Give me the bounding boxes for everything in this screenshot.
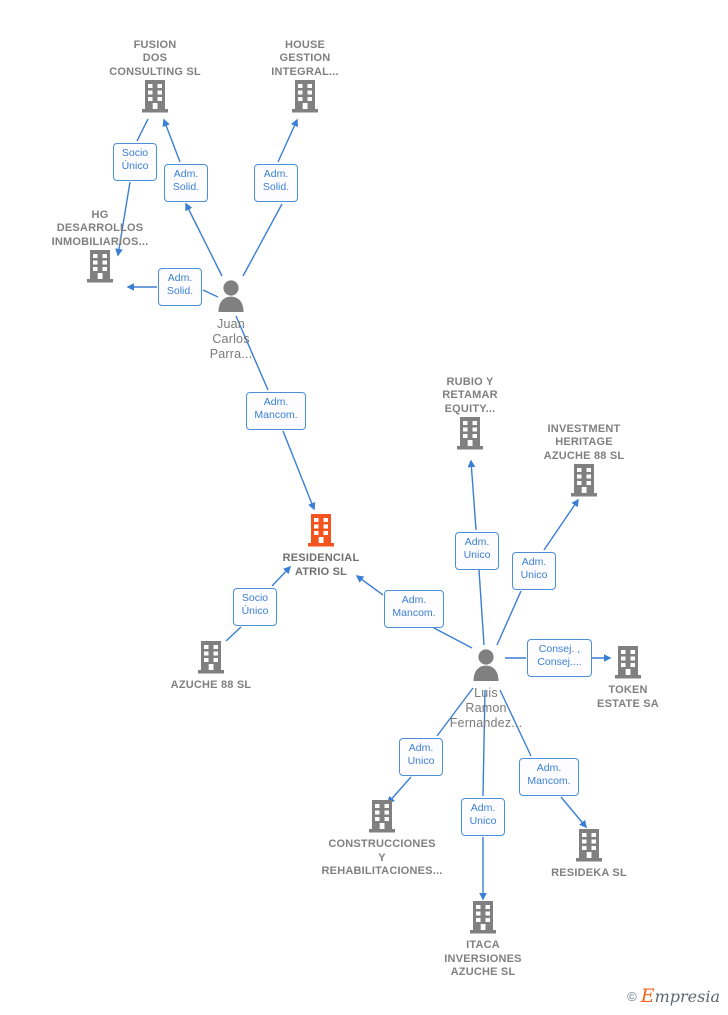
copyright-symbol: ©	[627, 988, 637, 1004]
node-label: RESIDEKA SL	[551, 867, 627, 879]
building-icon	[514, 463, 654, 502]
node-label: ITACA INVERSIONES AZUCHE SL	[444, 939, 522, 978]
graph-node-fusion_dos[interactable]: FUSION DOS CONSULTING SL	[85, 39, 225, 119]
edge-juan-fusion	[185, 202, 223, 277]
edge-luis-investment-b	[543, 498, 579, 551]
edge-label-el_adm_solid_house[interactable]: Adm. Solid.	[254, 164, 298, 202]
edge-label-el_adm_mancom_juan[interactable]: Adm. Mancom.	[246, 392, 306, 430]
edge-juan-house-b	[277, 118, 298, 163]
edge-luis-rubio	[478, 569, 485, 646]
node-label: AZUCHE 88 SL	[170, 679, 252, 691]
building-icon	[141, 640, 281, 679]
edge-fusion-hg	[136, 118, 149, 142]
watermark: © Empresia	[627, 985, 720, 1007]
graph-node-itaca[interactable]: ITACA INVERSIONES AZUCHE SL	[413, 900, 553, 980]
edge-luis-residencial	[433, 627, 473, 649]
node-label: RUBIO Y RETAMAR EQUITY...	[442, 375, 498, 415]
edge-label-el_socio_unico_hg[interactable]: Socio Único	[113, 143, 157, 181]
edge-luis-rubio-b	[467, 459, 477, 531]
node-label: INVESTMENT HERITAGE AZUCHE 88 SL	[543, 422, 625, 462]
graph-node-hg_desarrollos[interactable]: HG DESARROLLOS INMOBILIARIOS...	[30, 209, 170, 289]
graph-node-azuche_88[interactable]: AZUCHE 88 SL	[141, 640, 281, 693]
building-icon	[85, 79, 225, 118]
node-label: HOUSE GESTION INTEGRAL...	[271, 38, 339, 78]
building-icon	[235, 79, 375, 118]
brand-initial: E	[640, 985, 655, 1007]
node-label: TOKEN ESTATE SA	[597, 684, 659, 710]
edge-luis-investment	[496, 590, 522, 646]
edge-label-el_adm_mancom_resideka[interactable]: Adm. Mancom.	[519, 758, 579, 796]
building-icon	[519, 828, 659, 867]
node-label: FUSION DOS CONSULTING SL	[109, 38, 201, 78]
node-label: CONSTRUCCIONES Y REHABILITACIONES...	[321, 838, 443, 877]
edge-label-el_adm_solid_fusion[interactable]: Adm. Solid.	[164, 164, 208, 202]
node-label: HG DESARROLLOS INMOBILIARIOS...	[51, 208, 149, 248]
graph-node-resideka[interactable]: RESIDEKA SL	[519, 828, 659, 881]
graph-node-investment[interactable]: INVESTMENT HERITAGE AZUCHE 88 SL	[514, 423, 654, 503]
node-label: Juan Carlos Parra...	[209, 317, 253, 361]
building-icon	[251, 513, 391, 552]
node-label: RESIDENCIAL ATRIO SL	[282, 552, 360, 578]
graph-node-house_gestion[interactable]: HOUSE GESTION INTEGRAL...	[235, 39, 375, 119]
empresia-logo: Empresia	[641, 985, 720, 1007]
edge-luis-resideka-b	[560, 796, 587, 829]
edge-juan-residencial-b	[282, 430, 316, 511]
edge-label-el_adm_mancom_luis_res[interactable]: Adm. Mancom.	[384, 590, 444, 628]
edge-label-el_socio_unico_azuche[interactable]: Socio Único	[233, 588, 277, 626]
building-icon	[30, 249, 170, 288]
graph-node-construcciones[interactable]: CONSTRUCCIONES Y REHABILITACIONES...	[312, 799, 452, 879]
edge-juan-house	[242, 203, 283, 277]
building-icon	[312, 799, 452, 838]
graph-canvas: FUSION DOS CONSULTING SL HOUSE GESTION IN…	[0, 0, 728, 1015]
edge-label-el_adm_unico_investment[interactable]: Adm. Unico	[512, 552, 556, 590]
edge-label-el_adm_unico_constr[interactable]: Adm. Unico	[399, 738, 443, 776]
building-icon	[413, 900, 553, 939]
edge-azuche-residencial	[225, 626, 242, 642]
edge-label-el_consej_token[interactable]: Consej. , Consej....	[527, 639, 592, 677]
edge-label-el_adm_solid_hg[interactable]: Adm. Solid.	[158, 268, 202, 306]
edge-juan-fusion-b	[162, 118, 181, 163]
brand-rest: mpresia	[654, 987, 720, 1006]
edge-label-el_adm_unico_rubio[interactable]: Adm. Unico	[455, 532, 499, 570]
edge-label-el_adm_unico_itaca[interactable]: Adm. Unico	[461, 798, 505, 836]
node-label: Luis Ramon Fernandez...	[449, 686, 523, 730]
graph-node-residencial[interactable]: RESIDENCIAL ATRIO SL	[251, 513, 391, 579]
